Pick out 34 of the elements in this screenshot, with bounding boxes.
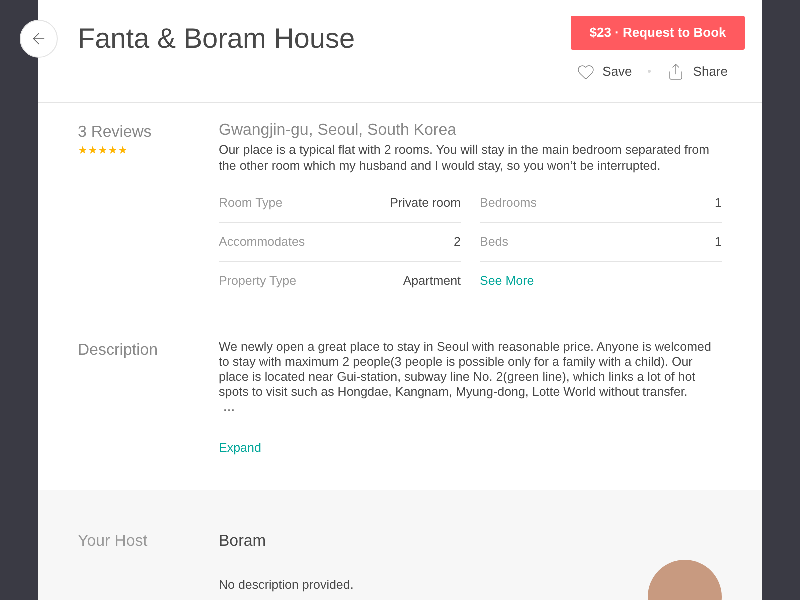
star-icon: ★ (78, 145, 88, 157)
heart-icon (576, 62, 595, 81)
share-button[interactable]: Share (667, 62, 728, 82)
star-icon: ★ (108, 145, 118, 157)
detail-value: Private room (390, 194, 461, 212)
detail-value: Apartment (403, 273, 461, 290)
section-heading: Description (78, 341, 160, 361)
section-heading: Your Host (78, 532, 149, 552)
detail-label: Accommodates (219, 234, 306, 251)
listing-title: Fanta & Boram House (78, 22, 356, 56)
description-text: We newly open a great place to stay in Seoul with reasonable price. Anyone is welcomed to stay with maximum 2 people(3 people is possible only for a family with a child). Our place is located near Gui-station, subway line No. 2(green line), which links a lot of hot spots to visit such as Hongdae, Kangnam, Myung-dong, Lotte World without transfer. (219, 340, 712, 400)
ellipsis-text: … (222, 400, 236, 415)
location-text: Gwangjin-gu, Seoul, South Korea (219, 121, 458, 141)
expand-link[interactable]: Expand (219, 439, 262, 458)
detail-label: Room Type (219, 194, 283, 212)
reviews-count: 3 Reviews (78, 123, 153, 143)
summary-text: Our place is a typical flat with 2 rooms. You will stay in the main bedroom separated from the other room which my husband and I would stay, so you won’t be interrupted. (219, 142, 711, 174)
request-to-book-button[interactable]: $23 · Request to Book (571, 16, 745, 50)
save-button[interactable]: Save (576, 62, 632, 82)
detail-label: Beds (480, 234, 508, 251)
see-more-link[interactable]: See More (480, 272, 534, 291)
host-name: Boram (219, 532, 268, 552)
star-icon: ★ (88, 145, 98, 157)
dot-separator (648, 70, 652, 74)
detail-label: Property Type (219, 273, 297, 290)
detail-value: 1 (715, 194, 722, 212)
detail-value: 1 (715, 234, 722, 251)
back-button[interactable] (20, 20, 58, 58)
star-icon: ★ (118, 145, 128, 157)
star-icon: ★ (98, 145, 108, 157)
detail-value: 2 (454, 234, 461, 251)
share-icon (667, 62, 686, 81)
host-description: No description provided. (219, 577, 354, 594)
detail-label: Bedrooms (480, 194, 537, 212)
